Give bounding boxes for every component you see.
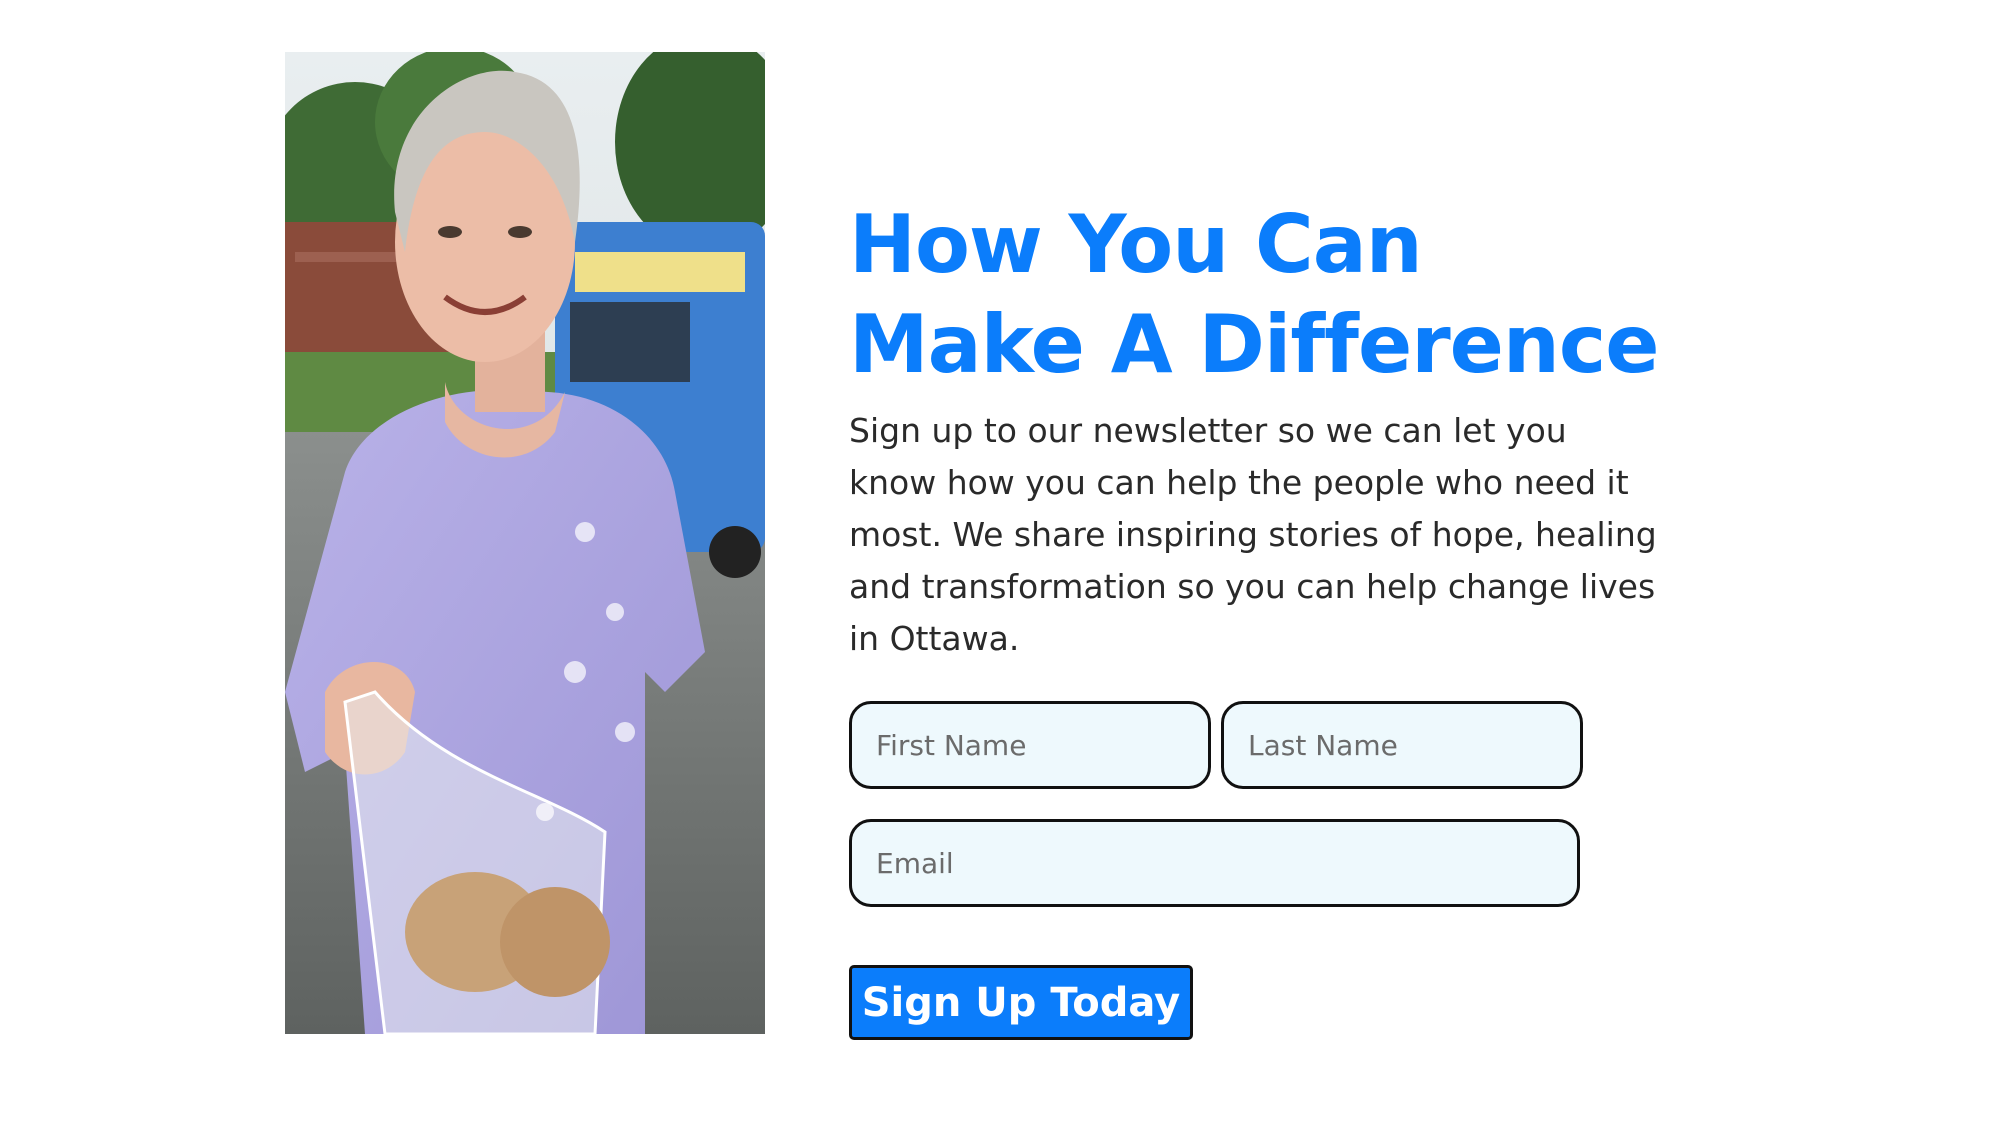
newsletter-form: Sign Up Today [849,701,1669,1040]
email-field[interactable] [849,819,1580,907]
signup-content: How You Can Make A Difference Sign up to… [849,195,1669,1040]
page-title: How You Can Make A Difference [849,198,1660,391]
last-name-field[interactable] [1221,701,1583,789]
name-fields-row [849,701,1669,789]
newsletter-description: Sign up to our newsletter so we can let … [849,411,1657,658]
hero-photo-illustration [285,52,765,1034]
signup-section: How You Can Make A Difference Sign up to… [0,0,2002,1128]
hero-photo [285,52,765,1034]
first-name-field[interactable] [849,701,1211,789]
sign-up-button[interactable]: Sign Up Today [849,965,1193,1040]
